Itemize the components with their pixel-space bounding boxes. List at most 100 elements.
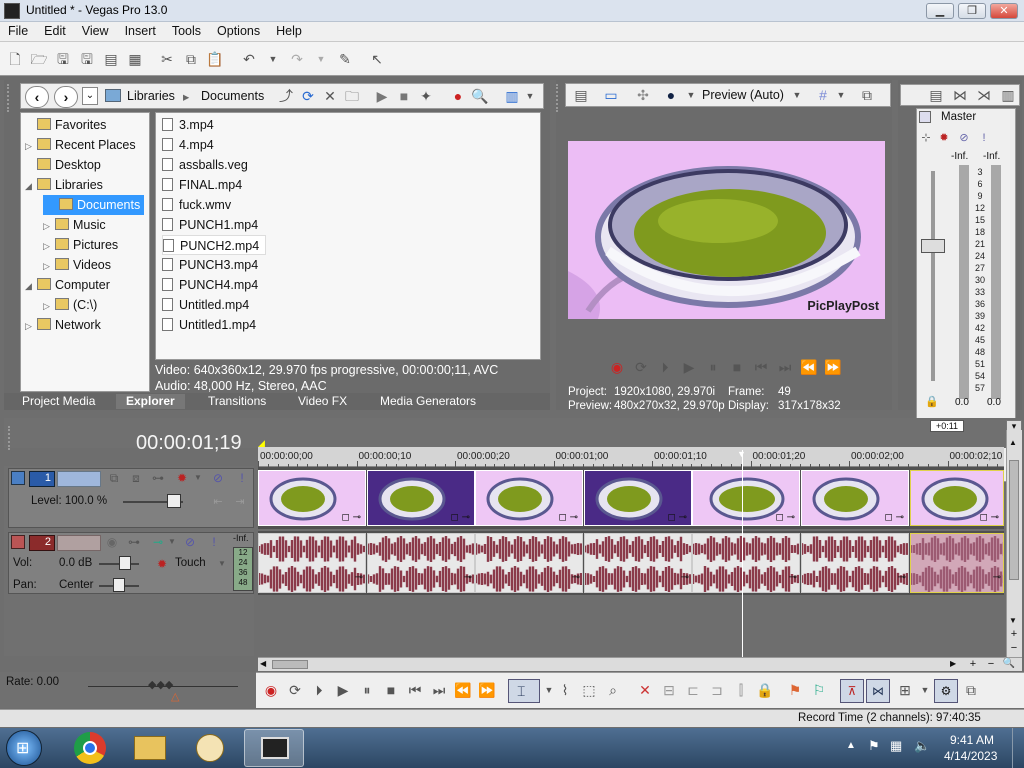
minimize-button[interactable]: ▁: [926, 3, 954, 19]
overlays-dropdown-icon[interactable]: ▼: [832, 86, 850, 104]
audio-fx-chain-icon[interactable]: ⊶: [125, 533, 143, 551]
paste-icon[interactable]: 📋: [206, 50, 224, 68]
views-icon[interactable]: ▥: [503, 87, 521, 105]
horizontal-scrollbar[interactable]: ◀ ▶ + − 🔍: [258, 657, 1022, 671]
audio-event-fx-icon[interactable]: ⊸: [355, 572, 363, 583]
clock-date[interactable]: 4/14/2023: [944, 749, 997, 763]
tree-expand-icon[interactable]: ▷: [43, 236, 55, 256]
video-event[interactable]: ◻ ⊸: [367, 470, 475, 526]
master-fx-settings-icon[interactable]: ✹: [935, 129, 953, 147]
audio-event-fx-icon[interactable]: ⊸: [572, 572, 580, 583]
ignore-event-grouping-icon[interactable]: ✎: [336, 50, 354, 68]
video-track-header[interactable]: 1 ⧉ ⧈ ⊶ ✹ ▼ ⊘ ! Level: 100.0 % ⇤ ⇥: [8, 468, 254, 528]
redo-dropdown-icon[interactable]: ▼: [312, 50, 330, 68]
audio-event[interactable]: ⊸: [258, 533, 366, 593]
tree-item[interactable]: Desktop: [25, 155, 101, 175]
show-hidden-icons[interactable]: ▲: [846, 740, 856, 751]
up-folder-icon[interactable]: ⤴: [277, 87, 295, 105]
timeline-pause-icon[interactable]: ⏸: [358, 681, 376, 699]
time-ruler[interactable]: 00:00:00;00 00:00:00;10 00:00:00;20 00:00:0…: [258, 447, 1018, 467]
tree-expand-icon[interactable]: ▷: [25, 136, 37, 156]
preview-quality-icon[interactable]: ●: [662, 86, 680, 104]
tree-expand-icon[interactable]: ▷: [43, 256, 55, 276]
master-lock-icon[interactable]: 🔒: [923, 393, 941, 411]
close-button[interactable]: ✕: [990, 3, 1018, 19]
zoom-edit-tool-icon[interactable]: ⌕: [604, 681, 622, 699]
master-mute-icon[interactable]: ⊘: [955, 129, 973, 147]
menu-edit[interactable]: Edit: [36, 22, 74, 38]
event-fx-icon[interactable]: ◻ ⊸: [776, 512, 795, 523]
tree-expand-icon[interactable]: ▷: [25, 316, 37, 336]
network-icon[interactable]: ▦: [890, 738, 902, 754]
playhead-cursor[interactable]: [742, 450, 743, 658]
audio-event[interactable]: ⊸: [910, 533, 1004, 593]
audio-event[interactable]: ⊸: [692, 533, 800, 593]
split-icon[interactable]: ⫿: [732, 681, 750, 699]
horizontal-scroll-thumb[interactable]: [272, 660, 308, 669]
trim-icon[interactable]: ⊟: [660, 681, 678, 699]
tree-expand-icon[interactable]: ▷: [43, 216, 55, 236]
preview-mode[interactable]: Preview (Auto): [702, 88, 784, 102]
audio-event[interactable]: ⊸: [475, 533, 583, 593]
split-screen-icon[interactable]: ✣: [634, 86, 652, 104]
file-item[interactable]: Untitled1.mp4: [162, 315, 262, 335]
tree-item[interactable]: ◢ Libraries: [25, 175, 103, 195]
new-icon[interactable]: 🗋: [6, 50, 24, 68]
open-icon[interactable]: 🗁: [30, 50, 48, 68]
maximize-button[interactable]: ❐: [958, 3, 986, 19]
video-event[interactable]: ◻ ⊸: [692, 470, 800, 526]
timeline-go-to-start-icon[interactable]: ⏮: [406, 681, 424, 699]
video-event[interactable]: ◻ ⊸: [475, 470, 583, 526]
pan-slider-handle[interactable]: [113, 578, 125, 592]
video-event[interactable]: ◻ ⊸: [801, 470, 909, 526]
tab-media-generators[interactable]: Media Generators: [380, 394, 476, 409]
tree-item[interactable]: ▷ Videos: [43, 255, 111, 275]
timeline-empty-area[interactable]: [258, 596, 1004, 656]
panel-grip[interactable]: [7, 84, 17, 112]
tree-item[interactable]: Documents: [43, 195, 145, 215]
breadcrumb-libraries[interactable]: Libraries: [127, 89, 175, 103]
tab-transitions[interactable]: Transitions: [208, 394, 266, 409]
tab-project-media[interactable]: Project Media: [22, 394, 95, 409]
insert-marker-icon[interactable]: ⚑: [786, 681, 804, 699]
auto-preview-icon[interactable]: ✦: [417, 87, 435, 105]
master-properties-icon[interactable]: ▤: [927, 86, 945, 104]
undo-icon[interactable]: ↶: [240, 50, 258, 68]
stop-preview-icon[interactable]: ■: [395, 87, 413, 105]
audio-event-fx-icon[interactable]: ⊸: [993, 572, 1001, 583]
downmix-icon[interactable]: ⋈: [951, 86, 969, 104]
views-dropdown-icon[interactable]: ▼: [521, 87, 539, 105]
preview-properties-icon[interactable]: ▤: [572, 86, 590, 104]
master-pan-icon[interactable]: ⊹: [917, 129, 935, 147]
cut-icon[interactable]: ✂: [158, 50, 176, 68]
vertical-scrollbar[interactable]: ▲ ▼ + −: [1006, 430, 1022, 660]
audio-fx-icon[interactable]: ✹: [153, 555, 171, 573]
trim-start-icon[interactable]: ⊏: [684, 681, 702, 699]
envelope-tool-icon[interactable]: ⌇: [556, 681, 574, 699]
menu-help[interactable]: Help: [268, 22, 310, 38]
track-motion-icon[interactable]: ⧉: [105, 469, 123, 487]
preview-mode-dropdown-icon[interactable]: ▼: [788, 86, 806, 104]
arm-record-icon[interactable]: ◉: [103, 533, 121, 551]
new-folder-icon[interactable]: 🗀: [343, 87, 361, 105]
video-event[interactable]: ◻ ⊸: [258, 470, 366, 526]
tree-expand-icon[interactable]: ◢: [25, 276, 37, 296]
mixer-icon[interactable]: ▥: [999, 86, 1017, 104]
loop-icon[interactable]: ⟳: [632, 358, 650, 376]
audio-event[interactable]: ⊸: [367, 533, 475, 593]
tab-explorer[interactable]: Explorer: [116, 394, 185, 409]
event-fx-icon[interactable]: ◻ ⊸: [668, 512, 687, 523]
menu-tools[interactable]: Tools: [164, 22, 209, 38]
overlays-icon[interactable]: #: [814, 86, 832, 104]
play-from-start-icon[interactable]: ⏵: [656, 358, 674, 376]
tree-item[interactable]: Favorites: [25, 115, 106, 135]
go-to-end-icon[interactable]: ⏭: [776, 358, 794, 376]
tree-item[interactable]: ▷ Pictures: [43, 235, 118, 255]
ripple-edit-icon[interactable]: ⊞: [896, 681, 914, 699]
audio-event-fx-icon[interactable]: ⊸: [681, 572, 689, 583]
previous-frame-icon[interactable]: ⏪: [800, 358, 818, 376]
save-as-icon[interactable]: 🖫: [78, 50, 96, 68]
whats-this-icon[interactable]: ↖: [368, 50, 386, 68]
search-media-icon[interactable]: 🔍: [471, 87, 489, 105]
timeline-go-to-end-icon[interactable]: ⏭: [430, 681, 448, 699]
